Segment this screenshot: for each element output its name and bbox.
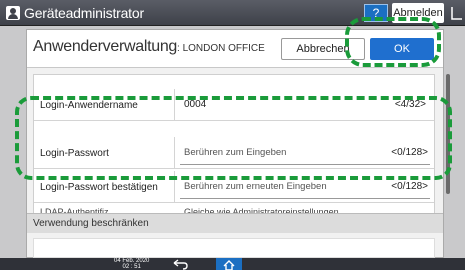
back-icon[interactable] (170, 258, 190, 270)
administrator-icon (6, 6, 20, 20)
password-confirm-label: Login-Passwort bestätigen (40, 182, 158, 193)
home-button[interactable] (216, 258, 242, 270)
page-title: Anwenderverwaltung: LONDON OFFICE (33, 38, 265, 56)
page-title-text: Anwenderverwaltung (33, 38, 178, 55)
page-subtitle: : LONDON OFFICE (177, 43, 265, 54)
ok-callout (345, 17, 441, 67)
password-confirm-counter: <0/128> (391, 181, 428, 192)
restrict-usage-label: Verwendung beschränken (33, 218, 149, 229)
energy-saver-icon[interactable] (450, 5, 464, 21)
password-confirm-placeholder: Berühren zum erneuten Eingeben (184, 181, 327, 192)
bottom-bar: 04 Feb. 2020 02 : 51 (0, 258, 465, 270)
date-time: 04 Feb. 2020 02 : 51 (114, 258, 149, 270)
administrator-title: Geräteadministrator (24, 5, 144, 21)
restrict-usage-row[interactable] (33, 238, 435, 258)
home-icon (223, 260, 235, 270)
time-text: 02 : 51 (122, 264, 141, 270)
restrict-usage-section: Verwendung beschränken (27, 213, 443, 233)
password-callout (15, 96, 452, 180)
